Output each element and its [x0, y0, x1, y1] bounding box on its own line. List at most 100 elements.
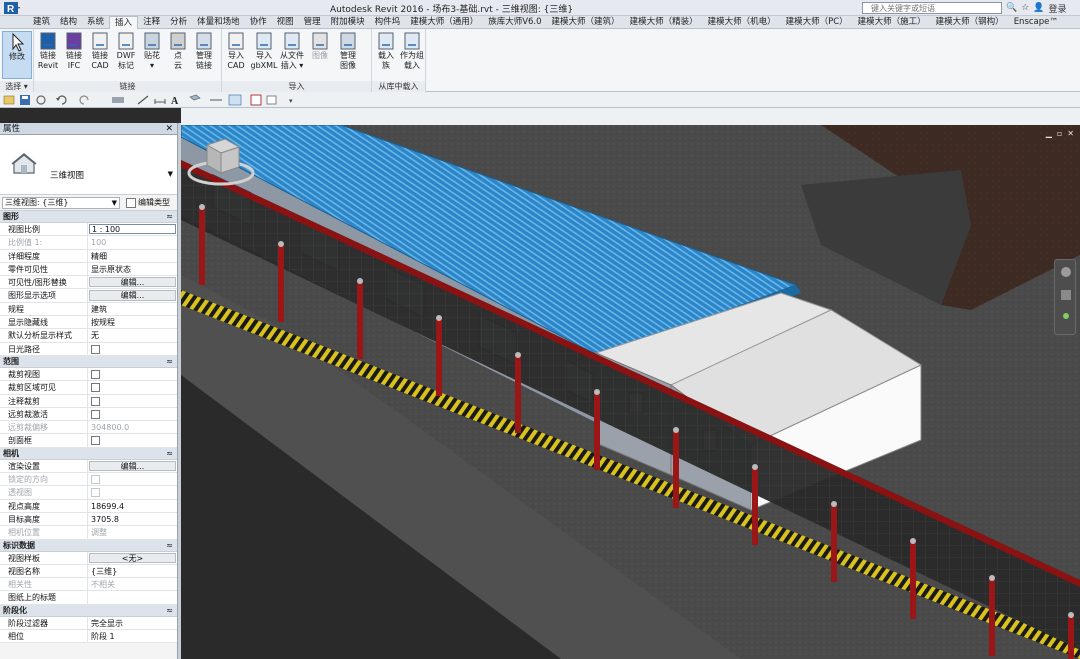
property-value[interactable]: 完全显示 — [88, 617, 177, 629]
sync-icon[interactable] — [36, 95, 46, 105]
navigation-bar[interactable] — [1054, 259, 1076, 335]
tab-1[interactable]: 结构 — [55, 16, 82, 28]
property-value[interactable] — [88, 343, 177, 355]
revit-logo-icon[interactable]: R — [3, 1, 21, 15]
tab-14[interactable]: 建模大师（建筑） — [547, 16, 625, 28]
collapse-chevron-icon[interactable]: ≈ — [166, 605, 173, 617]
decal-button[interactable]: 贴花 ▾ — [138, 31, 166, 71]
property-value[interactable] — [88, 381, 177, 393]
steering-wheel-icon[interactable] — [1061, 267, 1071, 277]
property-input[interactable]: 1 : 100 — [89, 224, 176, 235]
property-value[interactable]: 精细 — [88, 250, 177, 262]
property-edit-button[interactable]: 编辑... — [89, 277, 176, 288]
aligned-dimension-icon[interactable] — [154, 99, 166, 104]
person-icon[interactable]: 👤 — [1033, 3, 1044, 13]
search-input[interactable] — [863, 3, 1001, 13]
property-value[interactable]: 按规程 — [88, 316, 177, 328]
property-value[interactable] — [88, 408, 177, 420]
zoom-icon[interactable] — [1061, 290, 1071, 300]
tab-18[interactable]: 建模大师（施工） — [853, 16, 931, 28]
close-hidden-windows-icon[interactable] — [250, 94, 262, 106]
load-family-button[interactable]: 载入 族 — [372, 31, 400, 71]
property-checkbox[interactable] — [91, 369, 100, 379]
property-value[interactable]: 编辑... — [88, 276, 177, 288]
property-value[interactable]: 18699.4 — [88, 500, 177, 512]
properties-section-header[interactable]: 图形 ≈ — [0, 211, 177, 223]
search-box[interactable] — [862, 2, 1002, 14]
property-value[interactable]: 编辑... — [88, 289, 177, 301]
collapse-chevron-icon[interactable]: ≈ — [166, 356, 173, 368]
property-value[interactable]: {三维} — [88, 565, 177, 577]
3d-viewport[interactable]: ▁ ▫ ✕ — [181, 125, 1080, 659]
collapse-chevron-icon[interactable]: ≈ — [166, 448, 173, 460]
tab-15[interactable]: 建模大师（精装） — [625, 16, 703, 28]
restore-icon[interactable]: ▫ — [1057, 129, 1062, 138]
revit-link-button[interactable]: 链接 Revit — [34, 31, 62, 71]
property-edit-button[interactable]: 编辑... — [89, 290, 176, 301]
chevron-down-icon[interactable]: ▼ — [168, 170, 173, 178]
open-icon[interactable] — [3, 95, 15, 105]
star-icon[interactable]: ☆ — [1021, 3, 1029, 13]
tab-7[interactable]: 协作 — [245, 16, 272, 28]
property-value[interactable]: 3705.8 — [88, 513, 177, 525]
property-value[interactable]: <无> — [88, 552, 177, 564]
pan-icon[interactable] — [1063, 313, 1069, 319]
tab-17[interactable]: 建模大师（PC） — [781, 16, 853, 28]
property-checkbox[interactable] — [91, 409, 100, 419]
undo-icon[interactable] — [56, 95, 67, 105]
tab-12[interactable]: 建模大师（通用） — [405, 16, 483, 28]
tab-0[interactable]: 建筑 — [28, 16, 55, 28]
dwf-markup-button[interactable]: DWF 标记 — [112, 31, 140, 71]
ribbon-group-title-select[interactable]: 选择 ▾ — [0, 81, 33, 92]
properties-section-header[interactable]: 标识数据 ≈ — [0, 539, 177, 552]
property-checkbox[interactable] — [91, 344, 100, 354]
tab-3[interactable]: 插入 — [109, 16, 139, 30]
modify-button[interactable]: 修改 — [2, 31, 32, 79]
properties-section-header[interactable]: 阶段化 ≈ — [0, 604, 177, 617]
ifc-link-button[interactable]: 链接 IFC — [60, 31, 88, 71]
property-value[interactable] — [88, 368, 177, 380]
thin-lines-icon[interactable] — [228, 94, 242, 106]
import-gbxml-button[interactable]: 导入 gbXML — [250, 31, 278, 71]
3d-scene[interactable] — [181, 125, 1080, 659]
property-edit-button[interactable]: 编辑... — [89, 460, 176, 472]
property-value[interactable]: 阶段 1 — [88, 630, 177, 642]
redo-icon[interactable] — [79, 95, 89, 105]
tab-8[interactable]: 视图 — [272, 16, 299, 28]
property-value[interactable] — [88, 395, 177, 407]
property-value[interactable] — [88, 591, 177, 603]
switch-windows-icon[interactable] — [266, 95, 277, 105]
property-checkbox[interactable] — [91, 396, 100, 406]
tab-2[interactable]: 系统 — [82, 16, 109, 28]
property-value[interactable]: 建筑 — [88, 303, 177, 315]
instance-selector[interactable]: 三维视图: {三维} ▼ — [2, 197, 120, 209]
tab-11[interactable]: 构件坞 — [370, 16, 406, 28]
print-icon[interactable] — [112, 97, 124, 103]
manage-images-button[interactable]: 管理 图像 — [334, 31, 362, 71]
properties-section-header[interactable]: 范围 ≈ — [0, 355, 177, 368]
text-tool-icon[interactable]: A — [171, 96, 179, 107]
property-value[interactable]: 显示原状态 — [88, 263, 177, 275]
close-icon[interactable]: ✕ — [165, 123, 173, 135]
binoculars-icon[interactable]: 🔍 — [1006, 3, 1017, 13]
properties-section-header[interactable]: 相机 ≈ — [0, 447, 177, 460]
qat-dropdown-icon[interactable]: ▾ — [289, 97, 293, 105]
property-value[interactable]: 无 — [88, 329, 177, 341]
minimize-icon[interactable]: ▁ — [1046, 129, 1052, 138]
measure-icon[interactable] — [137, 95, 149, 105]
tab-13[interactable]: 族库大师V6.0 — [483, 16, 546, 28]
3d-view-icon[interactable] — [189, 94, 201, 101]
manage-links-button[interactable]: 管理 链接 — [190, 31, 218, 71]
save-icon[interactable] — [20, 95, 30, 105]
viewcube-icon[interactable] — [181, 125, 261, 195]
insert-from-file-button[interactable]: 从文件 插入 ▾ — [278, 31, 306, 71]
load-as-group-button[interactable]: 作为组 载入 — [398, 31, 426, 71]
property-value[interactable]: 编辑... — [88, 460, 177, 472]
tab-6[interactable]: 体量和场地 — [192, 16, 245, 28]
point-cloud-button[interactable]: 点 云 — [164, 31, 192, 71]
property-checkbox[interactable] — [91, 436, 100, 446]
tab-5[interactable]: 分析 — [165, 16, 192, 28]
property-edit-button[interactable]: <无> — [89, 552, 176, 563]
close-icon[interactable]: ✕ — [1067, 129, 1074, 138]
collapse-chevron-icon[interactable]: ≈ — [166, 211, 173, 223]
